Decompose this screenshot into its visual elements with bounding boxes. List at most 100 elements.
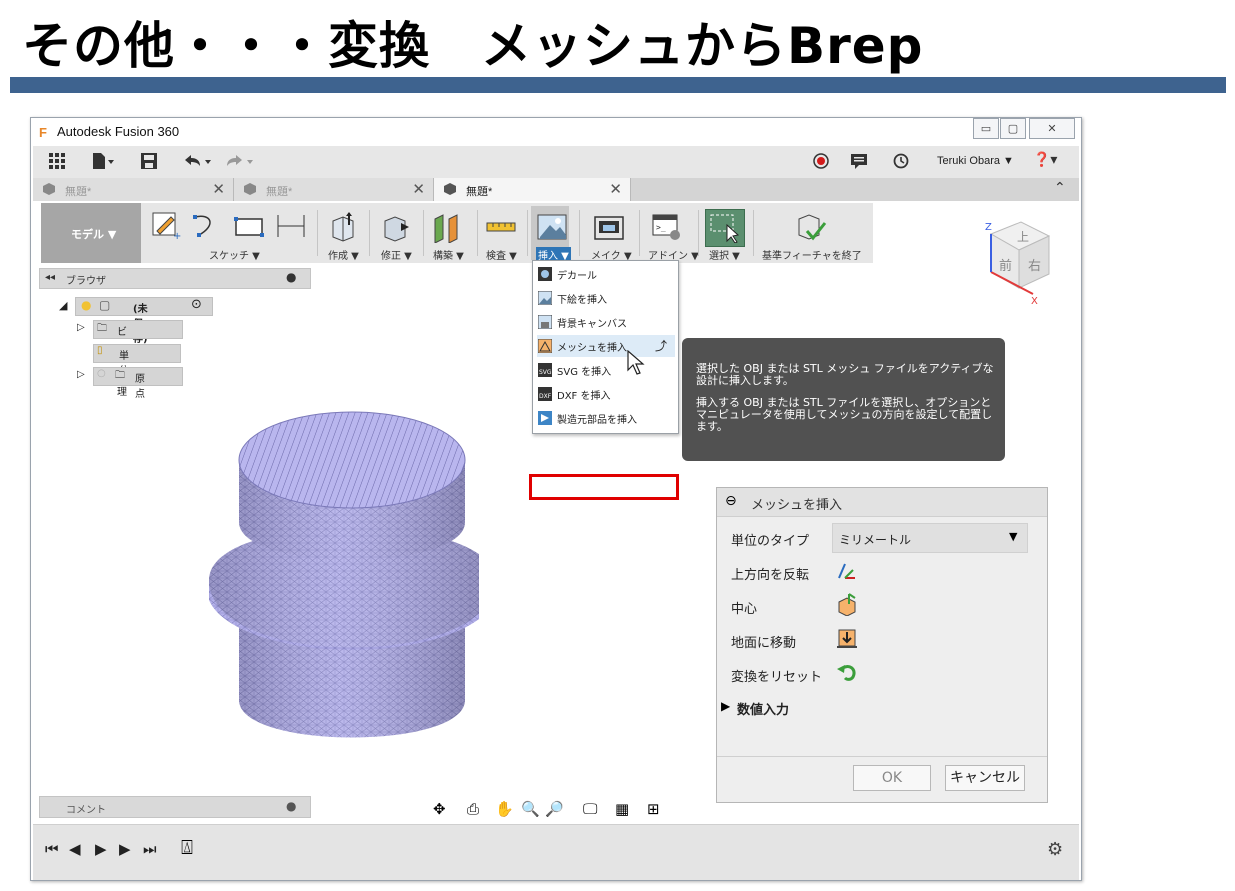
cube-icon [43, 183, 55, 195]
cancel-button[interactable]: キャンセル [945, 765, 1025, 791]
save-icon[interactable] [141, 153, 157, 174]
flip-up-label: 上方向を反転 [731, 568, 810, 583]
ok-button[interactable]: OK [853, 765, 931, 791]
ribbon-group-construct[interactable]: 構築 ▼ [433, 247, 464, 262]
panel-header: ⊖ メッシュを挿入 [717, 488, 1047, 517]
orbit-icon[interactable]: ✥ [433, 800, 446, 818]
menu-item-insert-mesh[interactable]: メッシュを挿入 ⤴ [537, 335, 675, 357]
center-icon[interactable] [835, 592, 859, 616]
step-forward-icon[interactable]: ▶ [119, 840, 131, 858]
go-to-end-icon[interactable]: ⏭ [143, 840, 157, 858]
insert-mesh-tooltip: 選択した OBJ または STL メッシュ ファイルをアクティブな 設計に挿入し… [682, 338, 1005, 461]
canvas-image-icon [538, 291, 552, 305]
window-titlebar: F Autodesk Fusion 360 ▭ ▢ ✕ [31, 118, 1081, 145]
comments-icon[interactable] [851, 153, 867, 174]
3d-print-icon[interactable] [593, 211, 625, 243]
minimize-button[interactable]: ▭ [973, 118, 999, 139]
file-menu-icon[interactable] [91, 153, 115, 174]
view-cube-top: 上 [1017, 230, 1029, 244]
ribbon-group-inspect[interactable]: 検査 ▼ [486, 247, 517, 262]
timeline-marker-icon[interactable]: ⍍ [181, 835, 193, 859]
scripts-addins-icon[interactable]: >_ [651, 211, 683, 243]
ribbon-group-select[interactable]: 選択 ▼ [709, 247, 740, 262]
expand-triangle-icon[interactable]: ▶ [721, 699, 730, 713]
ribbon-separator [639, 210, 640, 256]
close-tab-icon[interactable]: ✕ [212, 180, 225, 198]
arc-icon[interactable] [191, 211, 221, 241]
activate-radio-icon[interactable]: ⊙ [191, 297, 202, 312]
undo-icon[interactable] [183, 153, 213, 174]
finish-base-feature-icon[interactable] [795, 211, 827, 243]
flip-up-icon[interactable] [835, 560, 859, 582]
go-to-start-icon[interactable]: ⏮ [45, 840, 59, 858]
numeric-input-label[interactable]: 数値入力 [737, 699, 789, 718]
ribbon-group-sketch[interactable]: スケッチ ▼ [209, 247, 260, 262]
close-tab-icon[interactable]: ✕ [609, 180, 622, 198]
tooltip-line: ます。 [696, 420, 728, 433]
tab-label: 無題* [466, 186, 493, 198]
workspace-switcher[interactable]: モデル ▼ [41, 203, 141, 263]
ribbon-separator [698, 210, 699, 256]
lightbulb-icon: ● [81, 298, 92, 312]
ribbon-separator [753, 210, 754, 256]
collapse-browser-icon[interactable]: ◂◂ [45, 272, 55, 283]
select-icon[interactable] [709, 211, 741, 243]
tab-document-1[interactable]: 無題* ✕ [33, 178, 234, 201]
svg-text:DXF: DXF [539, 393, 552, 400]
collapse-panel-icon[interactable]: ⊖ [725, 493, 737, 509]
tab-document-2[interactable]: 無題* ✕ [234, 178, 434, 201]
viewports-icon[interactable]: ⊞ [647, 800, 660, 818]
svg-text:+: + [173, 231, 181, 241]
app-grid-icon[interactable] [49, 153, 65, 174]
measure-icon[interactable] [485, 211, 517, 243]
press-pull-icon[interactable] [379, 211, 411, 243]
zoom-window-icon[interactable]: 🔎 [545, 800, 564, 818]
zoom-icon[interactable]: 🔍 [521, 800, 540, 818]
browser-toggle-icon[interactable]: ● [286, 270, 296, 284]
pan-hand-icon[interactable]: ✋ [495, 800, 514, 818]
redo-icon[interactable] [225, 153, 255, 174]
unit-type-select[interactable]: ミリメートル ▼ [832, 523, 1028, 553]
user-menu[interactable]: Teruki Obara ▼ [937, 155, 1014, 167]
play-icon[interactable]: ▶ [95, 840, 107, 858]
view-cube-front: 前 [999, 258, 1012, 274]
insert-image-icon[interactable] [536, 211, 568, 243]
ribbon-group-modify[interactable]: 修正 ▼ [381, 247, 412, 262]
move-to-ground-icon[interactable] [835, 626, 859, 650]
help-icon[interactable]: ❓▾ [1033, 152, 1057, 168]
ribbon-group-create[interactable]: 作成 ▼ [328, 247, 359, 262]
dimension-icon[interactable] [275, 211, 307, 241]
svg-text:SVG: SVG [539, 369, 552, 376]
app-window: F Autodesk Fusion 360 ▭ ▢ ✕ Teruki Obara… [30, 117, 1082, 881]
comments-toggle-icon[interactable]: ● [286, 799, 296, 813]
rectangle-icon[interactable] [233, 211, 265, 241]
axis-x-label: X [1031, 296, 1038, 306]
step-back-icon[interactable]: ◀ [69, 840, 81, 858]
tab-document-3[interactable]: 無題* ✕ [434, 178, 631, 201]
reset-icon[interactable] [835, 661, 859, 683]
look-at-icon[interactable]: ⎙ [467, 800, 479, 818]
display-settings-icon[interactable]: 🖵 [583, 800, 597, 818]
unit-type-label: 単位のタイプ [731, 534, 810, 549]
extrude-icon[interactable] [327, 211, 359, 243]
ribbon-separator [369, 210, 370, 256]
ribbon-group-finish[interactable]: 基準フィーチャを終了 [762, 247, 862, 262]
collapse-tabs-icon[interactable]: ⌃ [1054, 180, 1066, 196]
history-clock-icon[interactable] [893, 153, 909, 174]
mesh-model-viewport[interactable] [209, 410, 479, 740]
offset-plane-icon[interactable] [431, 211, 463, 243]
move-to-ground-label: 地面に移動 [731, 636, 797, 651]
timeline: ⏮ ◀ ▶ ▶ ⏭ ⍍ ⚙ [33, 824, 1079, 880]
view-cube[interactable]: 上 前 右 Z X [973, 214, 1053, 306]
record-icon[interactable] [813, 153, 829, 174]
close-window-button[interactable]: ✕ [1029, 118, 1075, 139]
create-sketch-icon[interactable]: + [149, 211, 185, 241]
expand-arrow-icon: ▷ [77, 369, 85, 380]
ribbon-separator [579, 210, 580, 256]
maximize-button[interactable]: ▢ [1000, 118, 1026, 139]
comments-bar: コメント ● [39, 796, 311, 818]
grid-settings-icon[interactable]: ▦ [615, 800, 629, 818]
timeline-settings-gear-icon[interactable]: ⚙ [1047, 839, 1063, 860]
ribbon-separator [317, 210, 318, 256]
close-tab-icon[interactable]: ✕ [412, 180, 425, 198]
